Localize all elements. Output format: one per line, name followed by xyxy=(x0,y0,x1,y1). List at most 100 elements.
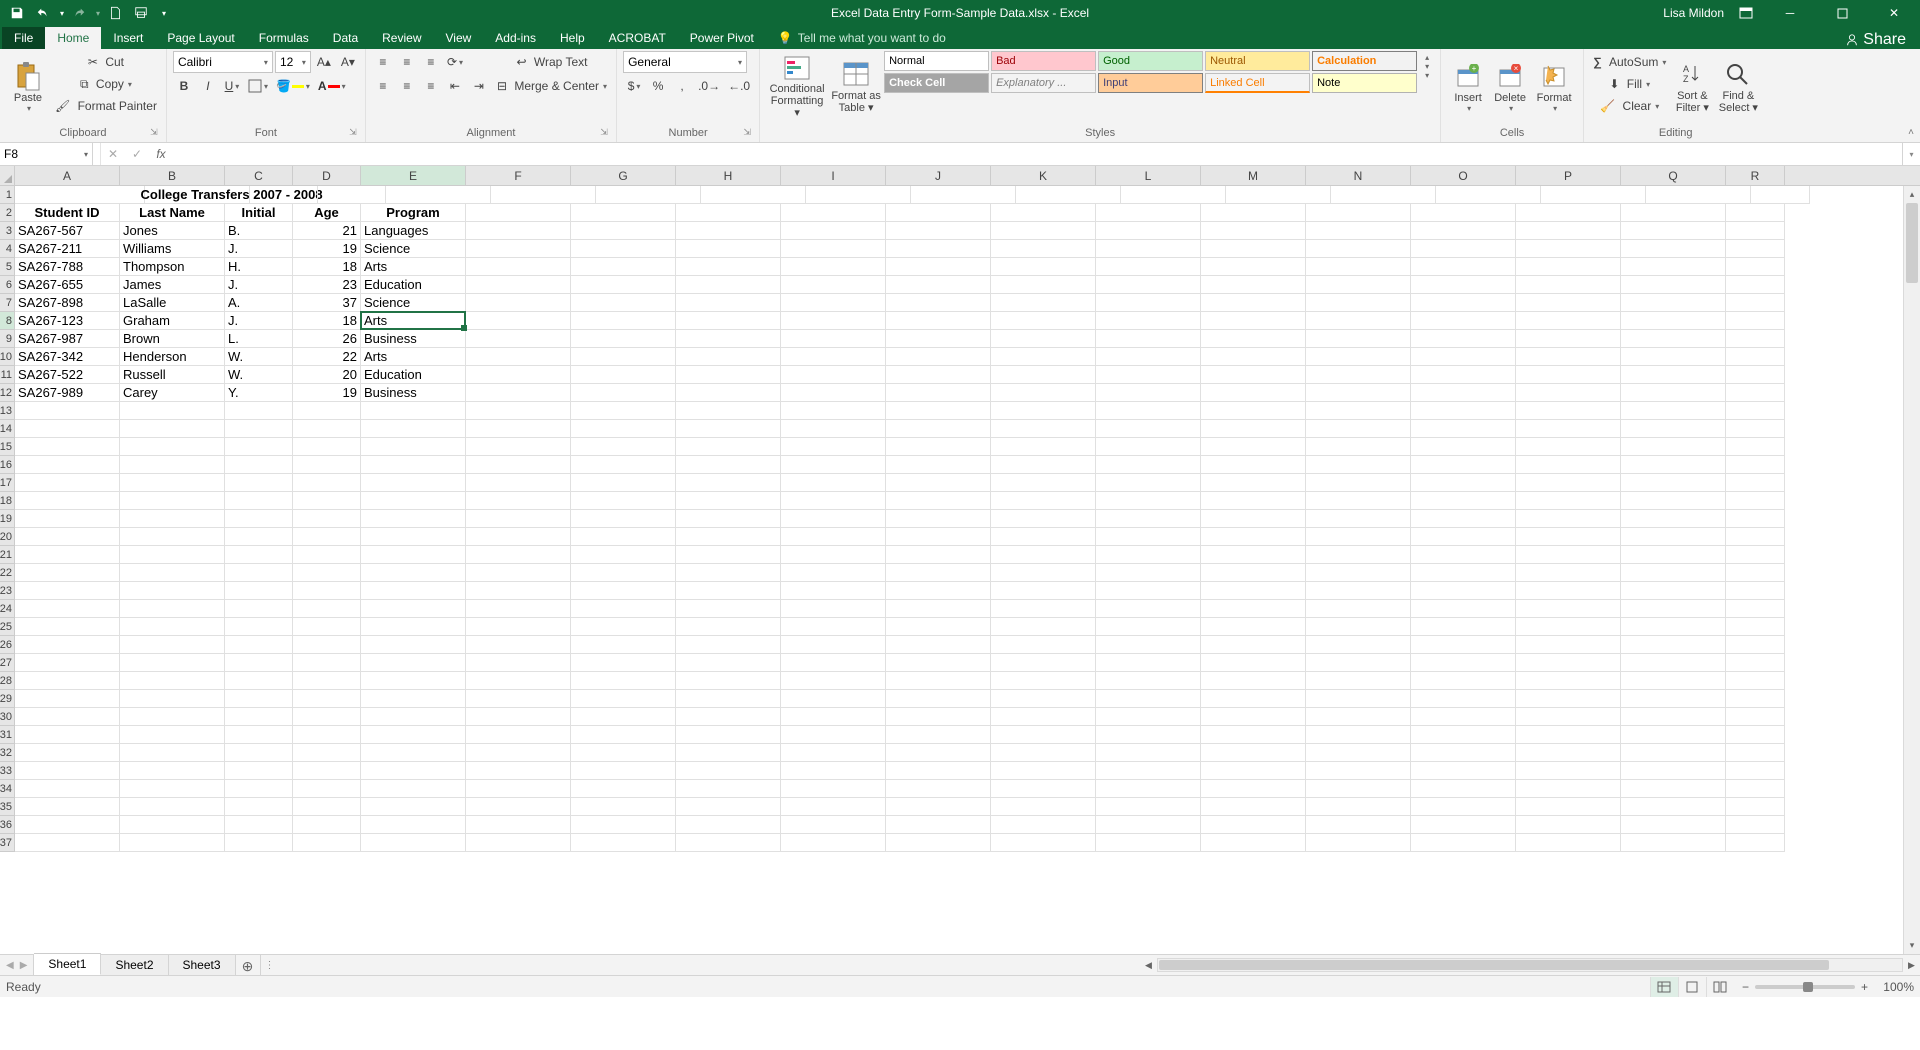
cell[interactable] xyxy=(1516,582,1621,600)
cell[interactable] xyxy=(1621,222,1726,240)
cell[interactable] xyxy=(1621,312,1726,330)
cell[interactable] xyxy=(1306,636,1411,654)
cell[interactable] xyxy=(1411,276,1516,294)
cell[interactable]: Last Name xyxy=(120,204,225,222)
cell[interactable] xyxy=(991,582,1096,600)
cell[interactable] xyxy=(1201,564,1306,582)
page-break-view-button[interactable] xyxy=(1706,977,1734,997)
decrease-indent-button[interactable]: ⇤ xyxy=(444,75,466,97)
cell[interactable] xyxy=(293,780,361,798)
cell[interactable] xyxy=(1726,222,1785,240)
cell[interactable] xyxy=(15,654,120,672)
cell[interactable] xyxy=(1541,186,1646,204)
cell[interactable] xyxy=(361,726,466,744)
cell[interactable]: B. xyxy=(225,222,293,240)
cell[interactable] xyxy=(1516,834,1621,852)
cell[interactable] xyxy=(120,546,225,564)
cell[interactable]: LaSalle xyxy=(120,294,225,312)
cell[interactable] xyxy=(1096,456,1201,474)
cell[interactable] xyxy=(676,528,781,546)
cell[interactable] xyxy=(1621,762,1726,780)
cell[interactable] xyxy=(1516,438,1621,456)
align-right-button[interactable]: ≡ xyxy=(420,75,442,97)
cell[interactable] xyxy=(571,366,676,384)
cell[interactable] xyxy=(886,582,991,600)
cell[interactable] xyxy=(1201,798,1306,816)
cell[interactable] xyxy=(466,654,571,672)
cell[interactable] xyxy=(1096,384,1201,402)
cell[interactable] xyxy=(676,312,781,330)
cell[interactable] xyxy=(293,798,361,816)
cell[interactable] xyxy=(886,762,991,780)
cell[interactable] xyxy=(571,528,676,546)
cell[interactable] xyxy=(293,510,361,528)
cell[interactable] xyxy=(15,402,120,420)
cell[interactable] xyxy=(120,438,225,456)
cell[interactable] xyxy=(1306,816,1411,834)
clear-button[interactable]: 🧹 Clear▾ xyxy=(1590,95,1669,117)
cell[interactable]: Thompson xyxy=(120,258,225,276)
cell[interactable] xyxy=(15,798,120,816)
cell[interactable] xyxy=(1516,204,1621,222)
cell[interactable] xyxy=(1411,402,1516,420)
cell[interactable] xyxy=(886,816,991,834)
cell[interactable] xyxy=(466,222,571,240)
cell[interactable] xyxy=(466,600,571,618)
cell[interactable] xyxy=(1411,474,1516,492)
cell[interactable] xyxy=(225,402,293,420)
cell[interactable] xyxy=(571,276,676,294)
cell[interactable] xyxy=(1621,636,1726,654)
cell[interactable]: College Transfers 2007 - 2008 xyxy=(15,186,145,204)
cell[interactable] xyxy=(1306,546,1411,564)
cell[interactable]: Education xyxy=(361,366,466,384)
cell[interactable] xyxy=(466,384,571,402)
cell[interactable] xyxy=(1726,726,1785,744)
cell[interactable] xyxy=(1516,798,1621,816)
cell[interactable] xyxy=(571,294,676,312)
clipboard-launcher-icon[interactable]: ⇲ xyxy=(148,127,160,139)
cell[interactable] xyxy=(676,366,781,384)
gallery-down-icon[interactable]: ▾ xyxy=(1420,62,1434,71)
row-header[interactable]: 14 xyxy=(0,420,15,438)
cell[interactable] xyxy=(1306,222,1411,240)
cell[interactable] xyxy=(361,546,466,564)
expand-formula-bar-icon[interactable]: ▾ xyxy=(1902,143,1920,165)
cell[interactable] xyxy=(991,816,1096,834)
cell[interactable] xyxy=(293,582,361,600)
cell[interactable] xyxy=(361,402,466,420)
cell[interactable] xyxy=(293,708,361,726)
cell[interactable] xyxy=(225,816,293,834)
zoom-in-button[interactable]: + xyxy=(1861,980,1868,994)
cell[interactable] xyxy=(491,186,596,204)
scroll-up-icon[interactable]: ▴ xyxy=(1904,186,1920,203)
column-header[interactable]: P xyxy=(1516,166,1621,185)
cell[interactable] xyxy=(293,690,361,708)
cell[interactable] xyxy=(120,672,225,690)
cell[interactable] xyxy=(466,780,571,798)
cell[interactable] xyxy=(781,258,886,276)
cell[interactable] xyxy=(1411,528,1516,546)
row-header[interactable]: 18 xyxy=(0,492,15,510)
cell[interactable] xyxy=(571,492,676,510)
cell[interactable] xyxy=(1201,240,1306,258)
cell[interactable] xyxy=(225,510,293,528)
cell[interactable] xyxy=(886,402,991,420)
tab-acrobat[interactable]: ACROBAT xyxy=(597,27,678,49)
paste-dropdown-icon[interactable]: ▾ xyxy=(25,104,31,113)
cell[interactable] xyxy=(1726,438,1785,456)
cell[interactable] xyxy=(293,672,361,690)
cell[interactable] xyxy=(571,600,676,618)
column-header[interactable]: F xyxy=(466,166,571,185)
column-header[interactable]: M xyxy=(1201,166,1306,185)
cell[interactable] xyxy=(991,510,1096,528)
cell[interactable] xyxy=(293,816,361,834)
decrease-decimal-button[interactable]: ←.0 xyxy=(725,75,753,97)
cell[interactable] xyxy=(1411,366,1516,384)
cell[interactable] xyxy=(1516,636,1621,654)
percent-format-button[interactable]: % xyxy=(647,75,669,97)
cell[interactable]: SA267-211 xyxy=(15,240,120,258)
cell[interactable] xyxy=(120,708,225,726)
scroll-down-icon[interactable]: ▾ xyxy=(1904,937,1920,954)
cell[interactable] xyxy=(1516,240,1621,258)
cell[interactable] xyxy=(1411,564,1516,582)
